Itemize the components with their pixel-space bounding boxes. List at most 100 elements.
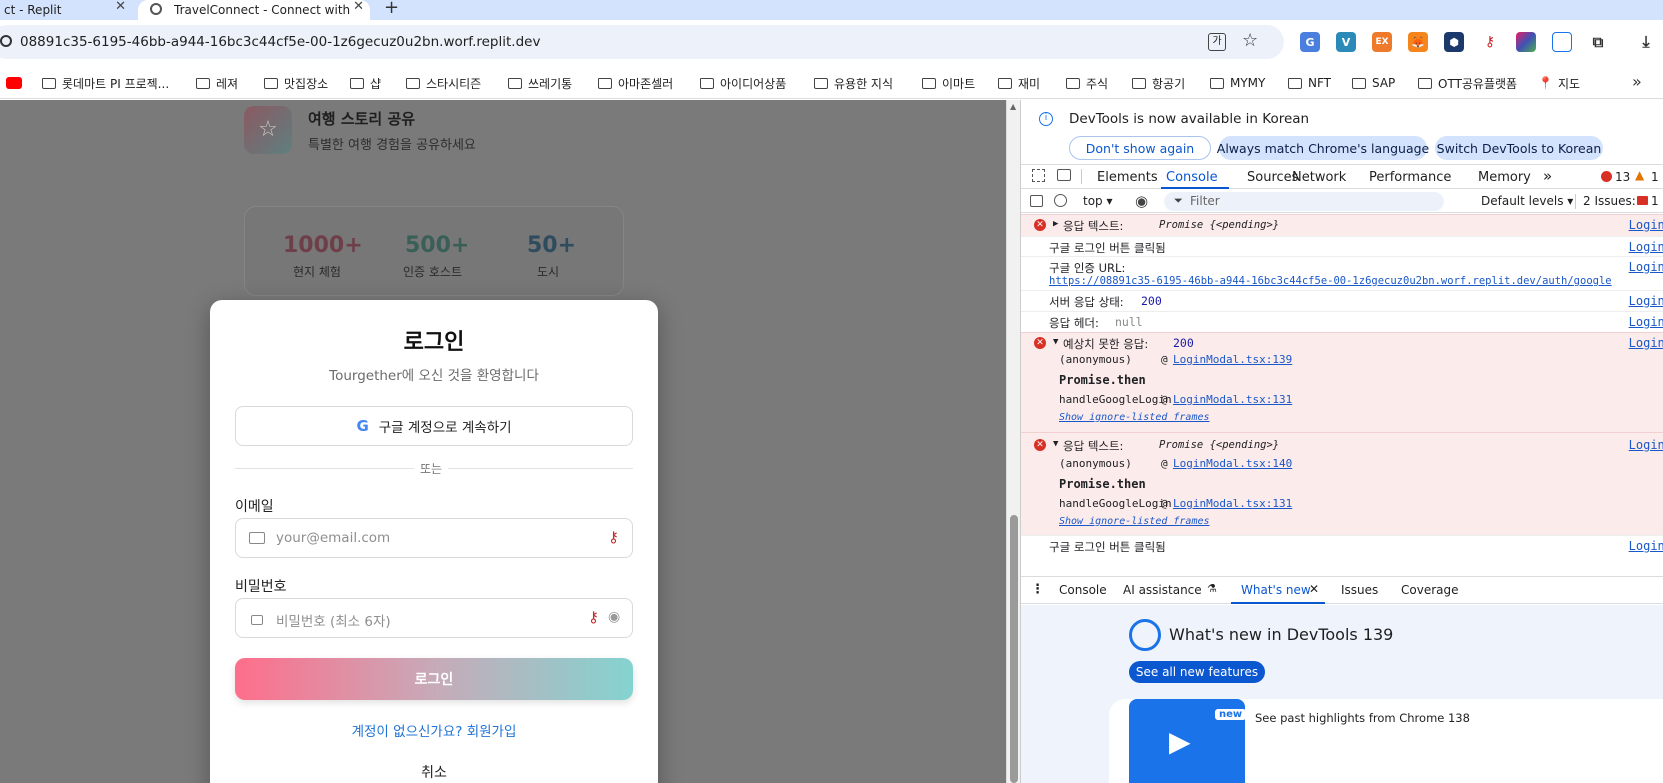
switch-korean-button[interactable]: Switch DevTools to Korean bbox=[1435, 136, 1603, 160]
download-icon[interactable]: ⤓ bbox=[1636, 32, 1656, 52]
bookmark-item[interactable]: 주식 bbox=[1066, 74, 1108, 92]
drawer-tab-ai-assistance[interactable]: AI assistance bbox=[1123, 583, 1202, 597]
bookmark-item[interactable]: 롯데마트 PI 프로젝... bbox=[42, 74, 169, 92]
warning-count[interactable]: 1 bbox=[1651, 170, 1659, 184]
dont-show-again-button[interactable]: Don't show again bbox=[1069, 136, 1211, 160]
translate-extension-icon[interactable]: G bbox=[1300, 32, 1320, 52]
tab-network[interactable]: Network bbox=[1292, 170, 1346, 185]
tab-elements[interactable]: Elements bbox=[1097, 170, 1158, 185]
bookmark-item[interactable]: 스타시티즌 bbox=[406, 74, 481, 92]
clear-console-icon[interactable] bbox=[1054, 194, 1067, 207]
address-bar[interactable]: 08891c35-6195-46bb-a944-16bc3c44cf5e-00-… bbox=[0, 25, 1284, 59]
shield-extension-icon[interactable]: V bbox=[1336, 32, 1356, 52]
source-link[interactable]: LoginM bbox=[1629, 438, 1663, 452]
ex-extension-icon[interactable]: EX bbox=[1372, 32, 1392, 52]
password-field[interactable]: 비밀번호 (최소 6자) ⚷ ◉ bbox=[235, 598, 633, 638]
console-detail[interactable]: Promise {<pending>} bbox=[1159, 439, 1279, 451]
new-tab-button[interactable]: + bbox=[384, 0, 399, 18]
site-info-icon[interactable] bbox=[0, 35, 12, 47]
stack-file-link[interactable]: LoginModal.tsx:139 bbox=[1173, 353, 1292, 366]
bookmark-item[interactable]: 항공기 bbox=[1132, 74, 1185, 92]
extensions-icon[interactable]: ⧉ bbox=[1588, 32, 1608, 52]
password-manager-key-icon[interactable]: ⚷ bbox=[608, 528, 619, 546]
drawer-tab-issues[interactable]: Issues bbox=[1341, 583, 1378, 597]
log-levels-select[interactable]: Default levels ▾ bbox=[1481, 194, 1573, 208]
bookmark-item[interactable]: 이마트 bbox=[922, 74, 975, 92]
source-link[interactable]: LoginM bbox=[1629, 294, 1663, 308]
sidepanel-icon[interactable] bbox=[1552, 32, 1572, 52]
source-link[interactable]: LoginM bbox=[1629, 315, 1663, 329]
source-link[interactable]: LoginM bbox=[1629, 336, 1663, 350]
stack-file-link[interactable]: LoginModal.tsx:131 bbox=[1173, 497, 1292, 510]
tab-replit[interactable]: ct - Replit ✕ bbox=[0, 0, 132, 20]
scroll-up-arrow[interactable]: ▲ bbox=[1010, 102, 1016, 111]
match-language-button[interactable]: Always match Chrome's language bbox=[1217, 136, 1429, 160]
url-text[interactable]: 08891c35-6195-46bb-a944-16bc3c44cf5e-00-… bbox=[20, 34, 540, 50]
bookmark-item[interactable]: SAP bbox=[1352, 74, 1395, 92]
google-login-button[interactable]: G 구글 계정으로 계속하기 bbox=[235, 406, 633, 446]
email-field[interactable]: your@email.com ⚷ bbox=[235, 518, 633, 558]
issues-counter-label[interactable]: 2 Issues: bbox=[1583, 194, 1636, 208]
close-icon[interactable]: ✕ bbox=[353, 0, 364, 14]
close-icon[interactable]: ✕ bbox=[115, 0, 126, 14]
stack-file-link[interactable]: LoginModal.tsx:140 bbox=[1173, 457, 1292, 470]
hexagon-extension-icon[interactable]: ⬢ bbox=[1444, 32, 1464, 52]
tab-console[interactable]: Console bbox=[1166, 170, 1218, 185]
source-link[interactable]: LoginM bbox=[1629, 539, 1663, 553]
context-select[interactable]: top ▾ bbox=[1083, 194, 1113, 208]
error-count[interactable]: 13 bbox=[1615, 170, 1630, 184]
eye-icon[interactable]: ◉ bbox=[608, 609, 620, 625]
expand-arrow-icon[interactable]: ▶ bbox=[1053, 219, 1058, 229]
password-manager-key-icon[interactable]: ⚷ bbox=[588, 608, 599, 626]
translate-icon[interactable]: 가 bbox=[1208, 33, 1226, 51]
metamask-extension-icon[interactable]: 🦊 bbox=[1408, 32, 1428, 52]
tab-memory[interactable]: Memory bbox=[1478, 170, 1531, 185]
bookmark-item[interactable]: 아마존셀러 bbox=[598, 74, 673, 92]
page-scrollbar[interactable]: ▲ bbox=[1006, 100, 1020, 783]
bookmark-item[interactable]: NFT bbox=[1288, 74, 1331, 92]
drawer-tab-coverage[interactable]: Coverage bbox=[1401, 583, 1459, 597]
stack-file-link[interactable]: LoginModal.tsx:131 bbox=[1173, 393, 1292, 406]
device-toolbar-icon[interactable] bbox=[1057, 169, 1071, 181]
key-extension-icon[interactable]: ⚷ bbox=[1480, 32, 1500, 52]
see-all-features-button[interactable]: See all new features bbox=[1129, 661, 1265, 683]
cancel-button[interactable]: 취소 bbox=[210, 762, 658, 782]
collapse-arrow-icon[interactable]: ▼ bbox=[1053, 439, 1058, 449]
drawer-tab-whats-new[interactable]: What's new bbox=[1241, 583, 1311, 597]
bookmark-star-icon[interactable]: ☆ bbox=[1242, 30, 1258, 51]
console-url-link[interactable]: https://08891c35-6195-46bb-a944-16bc3c44… bbox=[1049, 275, 1612, 287]
source-link[interactable]: LoginM bbox=[1629, 260, 1663, 274]
login-button[interactable]: 로그인 bbox=[235, 658, 633, 700]
bookmark-item[interactable]: 샵 bbox=[350, 74, 381, 92]
console-detail[interactable]: Promise {<pending>} bbox=[1159, 219, 1279, 231]
tab-performance[interactable]: Performance bbox=[1369, 170, 1451, 185]
bookmark-item[interactable]: 아이디어상품 bbox=[700, 74, 786, 92]
bookmark-item[interactable]: OTT공유플랫폼 bbox=[1418, 74, 1517, 92]
signup-link[interactable]: 계정이 없으신가요? 회원가입 bbox=[210, 720, 658, 740]
sidebar-toggle-icon[interactable] bbox=[1030, 195, 1043, 207]
color-extension-icon[interactable] bbox=[1516, 32, 1536, 52]
drawer-tab-console[interactable]: Console bbox=[1059, 583, 1107, 597]
console-filter-input[interactable]: ⏷ Filter bbox=[1164, 192, 1444, 211]
tab-sources[interactable]: Sources bbox=[1247, 170, 1298, 185]
scrollbar-thumb[interactable] bbox=[1010, 515, 1018, 783]
source-link[interactable]: LoginM bbox=[1629, 240, 1663, 254]
show-ignored-frames-link[interactable]: Show ignore-listed frames bbox=[1059, 412, 1210, 423]
bookmark-item[interactable]: 유용한 지식 bbox=[814, 74, 893, 92]
bookmark-item[interactable]: 📍 지도 bbox=[1538, 74, 1580, 92]
highlights-card[interactable]: ▶ new See past highlights from Chrome 13… bbox=[1109, 699, 1663, 783]
eye-icon[interactable]: ◉ bbox=[1135, 192, 1148, 210]
youtube-icon[interactable] bbox=[6, 77, 22, 89]
bookmark-item[interactable]: 쓰레기통 bbox=[508, 74, 572, 92]
close-icon[interactable]: ✕ bbox=[1309, 582, 1319, 596]
collapse-arrow-icon[interactable]: ▼ bbox=[1053, 337, 1058, 347]
source-link[interactable]: LoginM bbox=[1629, 218, 1663, 232]
inspect-icon[interactable] bbox=[1032, 169, 1045, 182]
bookmark-item[interactable]: MYMY bbox=[1210, 74, 1265, 92]
bookmark-item[interactable]: 재미 bbox=[998, 74, 1040, 92]
bookmark-item[interactable]: 레져 bbox=[196, 74, 238, 92]
more-tabs-icon[interactable]: » bbox=[1543, 167, 1552, 185]
bookmark-item[interactable]: 맛집장소 bbox=[264, 74, 328, 92]
drawer-menu-icon[interactable]: ⋮ bbox=[1031, 582, 1044, 597]
more-bookmarks-icon[interactable]: » bbox=[1632, 72, 1642, 91]
